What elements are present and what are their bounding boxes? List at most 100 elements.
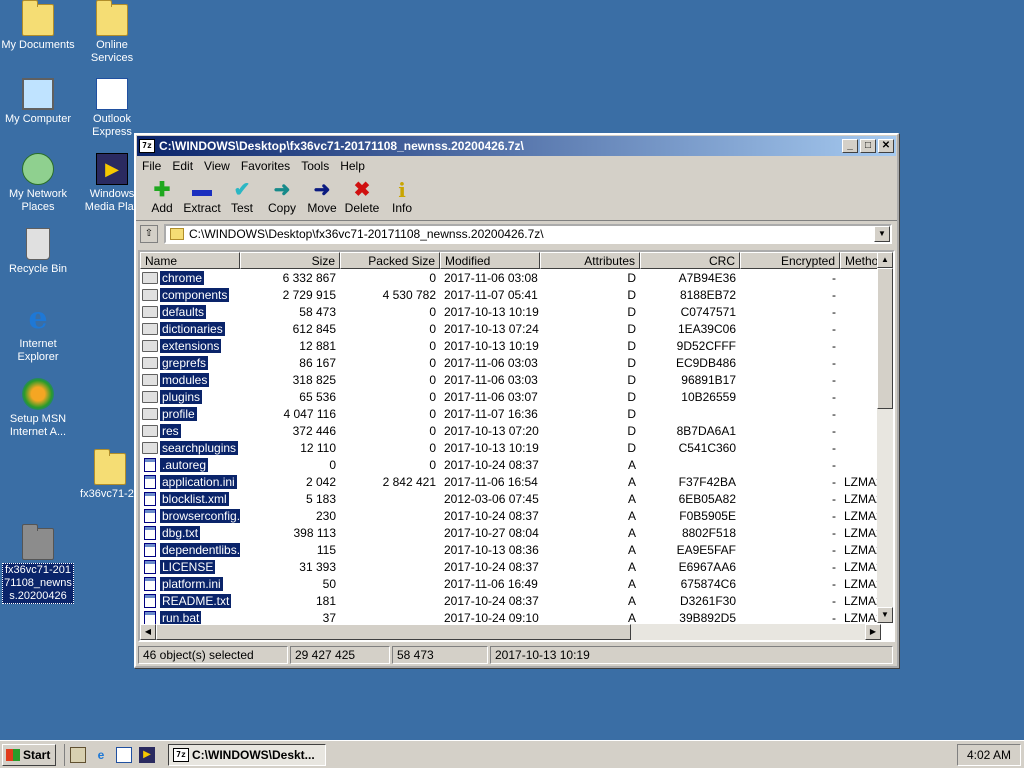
cell-attributes: D: [627, 321, 636, 336]
desktop-icon-recycle-bin[interactable]: Recycle Bin: [0, 228, 76, 276]
table-row[interactable]: res 372 446 0 2017-10-13 07:20 D 8B7DA6A1 -: [140, 422, 893, 439]
table-row[interactable]: dictionaries 612 845 0 2017-10-13 07:24 D 1EA…: [140, 320, 893, 337]
table-row[interactable]: LICENSE 31 393 2017-10-24 08:37 A E6967AA6 - L…: [140, 558, 893, 575]
column-method[interactable]: Method: [840, 252, 881, 269]
cell-attributes: A: [627, 525, 636, 540]
table-row[interactable]: greprefs 86 167 0 2017-11-06 03:03 D EC9DB486…: [140, 354, 893, 371]
cell-encrypted: -: [832, 372, 836, 387]
desktop-icon-my-network-places[interactable]: My Network Places: [0, 153, 76, 214]
copy-button[interactable]: ➜ Copy: [262, 175, 302, 220]
column-packed-size[interactable]: Packed Size: [340, 252, 440, 269]
table-row[interactable]: extensions 12 881 0 2017-10-13 10:19 D 9D52CF…: [140, 337, 893, 354]
taskbar-button-7zip[interactable]: 7z C:\WINDOWS\Deskt...: [168, 743, 326, 766]
folder-icon: [142, 322, 158, 335]
cell-name: dictionaries: [140, 321, 240, 336]
table-row[interactable]: dbg.txt 398 113 2017-10-27 08:04 A 8802F518 -…: [140, 524, 893, 541]
extract-button[interactable]: ▬ Extract: [182, 175, 222, 220]
file-icon: [144, 593, 156, 608]
outlook-express-icon[interactable]: [116, 746, 132, 763]
table-row[interactable]: modules 318 825 0 2017-11-06 03:03 D 96891B17…: [140, 371, 893, 388]
table-row[interactable]: defaults 58 473 0 2017-10-13 10:19 D C0747571…: [140, 303, 893, 320]
title-bar[interactable]: 7z C:\WINDOWS\Desktop\fx36vc71-20171108_…: [137, 136, 896, 156]
file-icon: [144, 508, 156, 523]
cell-encrypted: -: [832, 423, 836, 438]
column-size[interactable]: Size: [240, 252, 340, 269]
horizontal-scrollbar[interactable]: ◀ ▶: [140, 624, 881, 640]
desktop-icon-internet-explorer[interactable]: e Internet Explorer: [0, 303, 76, 364]
table-row[interactable]: README.txt 181 2017-10-24 08:37 A D3261F30 - L…: [140, 592, 893, 609]
delete-button[interactable]: ✖ Delete: [342, 175, 382, 220]
menu-file[interactable]: File: [142, 159, 161, 173]
cell-method: LZMA2: [844, 491, 881, 506]
cell-attributes: D: [627, 338, 636, 353]
column-name[interactable]: Name: [140, 252, 240, 269]
desktop-icon-my-computer[interactable]: My Computer: [0, 78, 76, 126]
clock[interactable]: 4:02 AM: [957, 744, 1021, 766]
scroll-left-icon[interactable]: ◀: [140, 624, 156, 640]
table-row[interactable]: components 2 729 915 4 530 782 2017-11-07 0…: [140, 286, 893, 303]
scroll-down-icon[interactable]: ▼: [877, 607, 893, 623]
maximize-button[interactable]: □: [860, 139, 876, 153]
info-button[interactable]: i Info: [382, 175, 422, 220]
column-attributes[interactable]: Attributes: [540, 252, 640, 269]
up-folder-button[interactable]: ⇧: [140, 225, 158, 243]
folder-icon: [142, 271, 158, 284]
cell-encrypted: -: [832, 576, 836, 591]
close-button[interactable]: ✕: [878, 139, 894, 153]
horizontal-scroll-thumb[interactable]: [156, 624, 631, 640]
minimize-button[interactable]: _: [842, 139, 858, 153]
cell-attributes: D: [627, 372, 636, 387]
column-encrypted[interactable]: Encrypted: [740, 252, 840, 269]
address-combo[interactable]: C:\WINDOWS\Desktop\fx36vc71-20171108_new…: [164, 224, 892, 244]
table-row[interactable]: .autoreg 0 0 2017-10-24 08:37 A -: [140, 456, 893, 473]
menu-tools[interactable]: Tools: [301, 159, 329, 173]
cell-crc: C0747571: [680, 304, 736, 319]
menu-edit[interactable]: Edit: [172, 159, 193, 173]
cell-attributes: A: [627, 610, 636, 625]
column-modified[interactable]: Modified: [440, 252, 540, 269]
column-crc[interactable]: CRC: [640, 252, 740, 269]
vertical-scrollbar[interactable]: ▲ ▼: [877, 252, 893, 623]
cell-attributes: D: [627, 440, 636, 455]
table-row[interactable]: blocklist.xml 5 183 2012-03-06 07:45 A 6EB05…: [140, 490, 893, 507]
cell-packed-size: 0: [429, 440, 436, 455]
menu-favorites[interactable]: Favorites: [241, 159, 290, 173]
show-desktop-icon[interactable]: [70, 746, 86, 763]
table-row[interactable]: dependentlibs.... 115 2017-10-13 08:36 A EA9…: [140, 541, 893, 558]
desktop-icon-my-documents[interactable]: My Documents: [0, 0, 76, 52]
scroll-up-icon[interactable]: ▲: [877, 252, 893, 268]
scroll-right-icon[interactable]: ▶: [865, 624, 881, 640]
file-list[interactable]: Name Size Packed Size Modified Attribute…: [138, 250, 895, 642]
cell-attributes: A: [627, 457, 636, 472]
cell-attributes: A: [627, 542, 636, 557]
table-row[interactable]: chrome 6 332 867 0 2017-11-06 03:08 D A7B94E3…: [140, 269, 893, 286]
menu-view[interactable]: View: [204, 159, 230, 173]
ie-icon[interactable]: e: [93, 747, 109, 763]
desktop-icon-setup-msn[interactable]: Setup MSN Internet A...: [0, 378, 76, 439]
desktop-icon-outlook-express[interactable]: Outlook Express: [74, 78, 150, 139]
file-name: defaults: [160, 304, 207, 319]
cell-encrypted: -: [832, 338, 836, 353]
chevron-down-icon[interactable]: ▼: [874, 226, 890, 242]
file-name: dictionaries: [160, 321, 225, 336]
cell-modified: 2017-11-06 03:07: [444, 389, 538, 404]
vertical-scroll-thumb[interactable]: [877, 268, 893, 409]
table-row[interactable]: profile 4 047 116 0 2017-11-07 16:36 D -: [140, 405, 893, 422]
move-button[interactable]: ➜ Move: [302, 175, 342, 220]
menu-help[interactable]: Help: [340, 159, 365, 173]
desktop-icon-online-services[interactable]: Online Services: [74, 0, 150, 65]
media-player-icon[interactable]: ▶: [139, 746, 155, 763]
table-row[interactable]: platform.ini 50 2017-11-06 16:49 A 675874C6 -…: [140, 575, 893, 592]
cell-size: 50: [322, 576, 336, 591]
add-button[interactable]: ✚ Add: [142, 175, 182, 220]
table-row[interactable]: browserconfig.... 230 2017-10-24 08:37 A F0B…: [140, 507, 893, 524]
table-row[interactable]: searchplugins 12 110 0 2017-10-13 10:19 D C54…: [140, 439, 893, 456]
cell-size: 0: [329, 457, 336, 472]
cell-size: 115: [316, 542, 336, 557]
table-row[interactable]: plugins 65 536 0 2017-11-06 03:07 D 10B26559 -: [140, 388, 893, 405]
test-button[interactable]: ✔ Test: [222, 175, 262, 220]
file-rows: chrome 6 332 867 0 2017-11-06 03:08 D A7B94E3…: [140, 269, 893, 626]
desktop-icon-extracted-folder[interactable]: fx36vc71-20171108_newnss.20200426: [0, 524, 76, 604]
table-row[interactable]: application.ini 2 042 2 842 421 2017-11-06 …: [140, 473, 893, 490]
start-button[interactable]: Start: [2, 743, 56, 766]
